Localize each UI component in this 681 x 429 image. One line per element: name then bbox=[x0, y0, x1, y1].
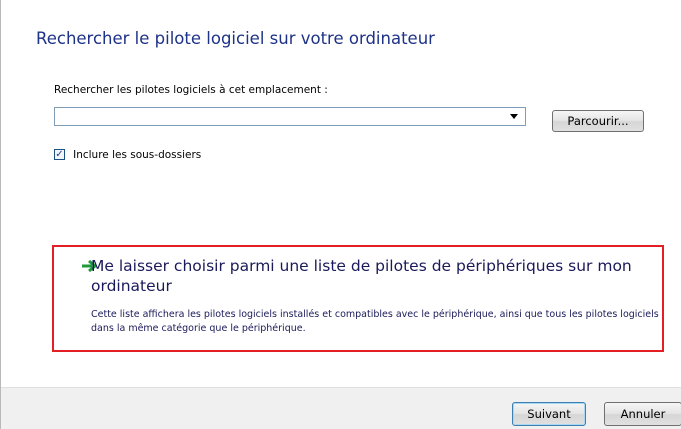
search-location-label: Rechercher les pilotes logiciels à cet e… bbox=[54, 84, 328, 96]
include-subfolders-label: Inclure les sous-dossiers bbox=[73, 149, 202, 161]
dropdown-arrow-icon[interactable] bbox=[510, 114, 518, 119]
browse-button[interactable]: Parcourir... bbox=[552, 110, 644, 132]
cancel-button[interactable]: Annuler bbox=[604, 402, 681, 426]
page-title: Rechercher le pilote logiciel sur votre … bbox=[36, 29, 435, 48]
choose-from-list-option[interactable]: Me laisser choisir parmi une liste de pi… bbox=[52, 245, 664, 352]
choose-option-description: Cette liste affichera les pilotes logici… bbox=[91, 309, 659, 334]
next-button[interactable]: Suivant bbox=[512, 402, 586, 426]
include-subfolders-checkbox[interactable]: ✓ bbox=[54, 149, 65, 160]
path-combobox[interactable] bbox=[54, 107, 526, 126]
wizard-window: Rechercher le pilote logiciel sur votre … bbox=[0, 0, 681, 429]
wizard-footer: Suivant Annuler bbox=[1, 387, 681, 429]
wizard-content: Rechercher le pilote logiciel sur votre … bbox=[1, 0, 681, 387]
include-subfolders-row[interactable]: ✓ Inclure les sous-dossiers bbox=[54, 149, 201, 163]
choose-option-title[interactable]: Me laisser choisir parmi une liste de pi… bbox=[91, 256, 651, 296]
